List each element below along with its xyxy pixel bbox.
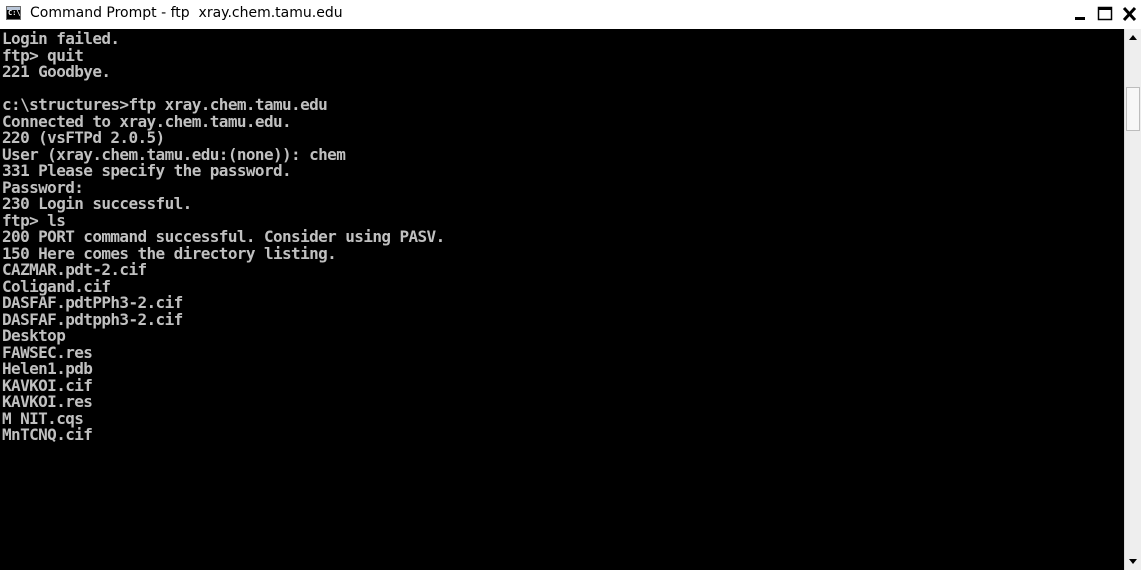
arrow-down-icon [1129, 559, 1137, 564]
console-lines: Login failed. ftp> quit 221 Goodbye. c:\str… [2, 30, 445, 444]
maximize-button[interactable] [1093, 4, 1117, 24]
close-icon [1122, 6, 1137, 22]
command-prompt-window: C:\ Command Prompt - ftp xray.chem.tamu.… [0, 0, 1141, 570]
console-line: MnTCNQ.cif [2, 425, 93, 444]
minimize-button[interactable] [1069, 4, 1093, 24]
vertical-scrollbar[interactable] [1124, 29, 1141, 570]
console-line: 221 Goodbye. [2, 62, 111, 81]
console-line: DASFAF.pdtpph3-2.cif [2, 309, 183, 329]
window-controls [1069, 4, 1141, 24]
arrow-up-icon [1129, 35, 1137, 40]
close-button[interactable] [1117, 4, 1141, 24]
console-output[interactable]: Login failed. ftp> quit 221 Goodbye. c:\str… [0, 29, 1124, 570]
window-title: Command Prompt - ftp xray.chem.tamu.edu [30, 5, 343, 21]
maximize-icon [1097, 6, 1113, 21]
title-bar[interactable]: C:\ Command Prompt - ftp xray.chem.tamu.… [0, 0, 1141, 28]
console-line: 230 Login successful. [2, 194, 192, 213]
scroll-down-button[interactable] [1125, 553, 1141, 570]
command-prompt-icon[interactable]: C:\ [6, 6, 21, 20]
scroll-thumb[interactable] [1126, 87, 1140, 131]
minimize-icon [1075, 17, 1085, 20]
scroll-up-button[interactable] [1125, 29, 1141, 46]
